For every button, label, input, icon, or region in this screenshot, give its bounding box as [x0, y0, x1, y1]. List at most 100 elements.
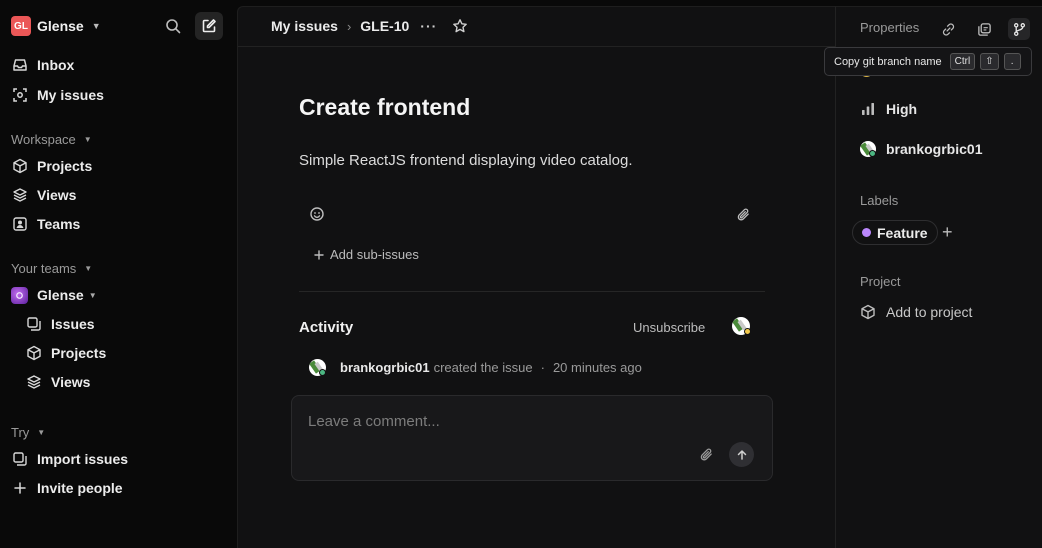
issues-icon [25, 316, 42, 333]
sidebar-item-team-projects[interactable]: Projects [25, 341, 106, 365]
comment-input[interactable]: Leave a comment... [308, 413, 440, 430]
sidebar-item-team-issues[interactable]: Issues [25, 312, 95, 336]
layers-icon [25, 374, 42, 391]
inbox-icon [11, 57, 28, 74]
copy-id-button[interactable] [973, 18, 995, 40]
add-to-project-button[interactable]: Add to project [860, 304, 972, 320]
new-issue-button[interactable] [195, 12, 223, 40]
copy-git-branch-button[interactable] [1008, 18, 1030, 40]
sidebar-item-inbox[interactable]: Inbox [11, 53, 74, 77]
shortcut-key: Ctrl [949, 53, 976, 70]
more-options-button[interactable]: ··· [420, 18, 437, 34]
sidebar-item-label: Import issues [37, 451, 129, 467]
assignee-property[interactable]: brankogrbic01 [860, 141, 982, 157]
workspace-section-toggle[interactable]: Workspace ▼ [11, 132, 92, 147]
cube-icon [861, 304, 875, 320]
comment-attach-button[interactable] [696, 444, 716, 464]
activity-user[interactable]: brankogrbic01 [340, 360, 430, 375]
workspace-logo: GL [11, 16, 31, 36]
teams-icon [11, 216, 28, 233]
submit-comment-button[interactable] [729, 442, 754, 467]
comment-editor[interactable]: Leave a comment... [291, 395, 773, 481]
sidebar-item-team-views[interactable]: Views [25, 370, 90, 394]
issue-topbar: My issues › GLE-10 ··· [238, 7, 835, 47]
my-issues-icon [11, 87, 28, 104]
sidebar-item-label: Views [37, 187, 77, 203]
assignee-avatar [860, 141, 876, 157]
tooltip-text: Copy git branch name [834, 55, 942, 68]
online-status-dot [869, 150, 876, 157]
import-icon [11, 451, 28, 468]
labels-heading: Labels [860, 193, 899, 208]
cube-icon [25, 345, 42, 362]
link-icon [942, 22, 954, 36]
activity-separator: · [540, 360, 545, 375]
section-label: Workspace [11, 132, 76, 147]
subscribers-avatar[interactable] [732, 317, 751, 335]
copy-link-button[interactable] [937, 18, 959, 40]
sidebar-item-teams[interactable]: Teams [11, 212, 80, 236]
chevron-down-icon: ▼ [91, 21, 101, 31]
sidebar-item-label: Invite people [37, 480, 123, 496]
issue-title[interactable]: Create frontend [299, 94, 470, 121]
search-icon [166, 19, 181, 34]
unsubscribe-button[interactable]: Unsubscribe [633, 320, 705, 335]
sidebar-team-glense[interactable]: Glense ▼ [11, 283, 97, 307]
sidebar-item-views[interactable]: Views [11, 183, 76, 207]
label-color-dot [862, 228, 871, 237]
try-section-toggle[interactable]: Try ▼ [11, 425, 45, 440]
paperclip-icon [737, 208, 749, 220]
favorite-button[interactable] [452, 18, 468, 34]
breadcrumb: My issues › GLE-10 ··· [271, 18, 468, 34]
layers-icon [11, 187, 28, 204]
assignee-value: brankogrbic01 [886, 141, 983, 157]
section-label: Your teams [11, 261, 77, 276]
add-sub-issues-label: Add sub-issues [330, 247, 419, 262]
attach-file-button[interactable] [733, 204, 753, 224]
breadcrumb-my-issues[interactable]: My issues [271, 18, 338, 34]
activity-avatar [309, 359, 326, 376]
properties-heading: Properties [860, 20, 920, 35]
team-avatar [11, 286, 28, 304]
sidebar-item-label: My issues [37, 87, 104, 103]
properties-panel: Properties High brankogrbic01 Labels Fea… [835, 6, 1042, 548]
issue-description[interactable]: Simple ReactJS frontend displaying video… [299, 152, 633, 169]
sidebar-item-label: Teams [37, 216, 81, 232]
paperclip-icon [700, 448, 712, 460]
add-to-project-label: Add to project [886, 304, 973, 320]
sidebar-item-label: Projects [51, 345, 107, 361]
priority-property[interactable]: High [860, 101, 917, 117]
git-branch-tooltip: Copy git branch name Ctrl ⇧ . [824, 47, 1032, 76]
shortcut-key: ⇧ [980, 53, 999, 70]
label-chip-feature[interactable]: Feature [852, 220, 938, 245]
add-reaction-button[interactable] [307, 204, 327, 224]
sidebar-item-my-issues[interactable]: My issues [11, 83, 104, 107]
activity-action: created the issue [433, 360, 533, 375]
shortcut-key: . [1003, 53, 1021, 70]
workspace-switcher[interactable]: GL Glense ▼ [11, 15, 101, 37]
emoji-icon [310, 207, 324, 221]
chevron-down-icon: ▼ [88, 290, 97, 300]
copy-icon [977, 22, 991, 36]
breadcrumb-separator: › [346, 18, 352, 34]
issue-main-panel: My issues › GLE-10 ··· Create frontend S… [237, 6, 835, 548]
search-button[interactable] [163, 16, 183, 36]
sidebar-item-invite-people[interactable]: Invite people [11, 476, 123, 500]
divider [299, 291, 765, 292]
label-name: Feature [877, 224, 928, 241]
sidebar-item-label: Inbox [37, 57, 75, 73]
add-label-button[interactable]: + [942, 222, 953, 243]
online-status-dot [319, 369, 326, 376]
star-icon [453, 19, 468, 33]
team-name: Glense [37, 287, 84, 303]
sidebar-item-projects[interactable]: Projects [11, 154, 92, 178]
teams-section-toggle[interactable]: Your teams ▼ [11, 261, 92, 276]
arrow-up-icon [737, 449, 746, 460]
plus-icon [11, 480, 28, 497]
section-label: Try [11, 425, 30, 440]
sidebar-item-label: Projects [37, 158, 93, 174]
sidebar-item-import-issues[interactable]: Import issues [11, 447, 128, 471]
add-sub-issues-button[interactable]: Add sub-issues [314, 247, 419, 262]
breadcrumb-issue-id[interactable]: GLE-10 [360, 18, 409, 34]
sidebar-item-label: Views [51, 374, 91, 390]
